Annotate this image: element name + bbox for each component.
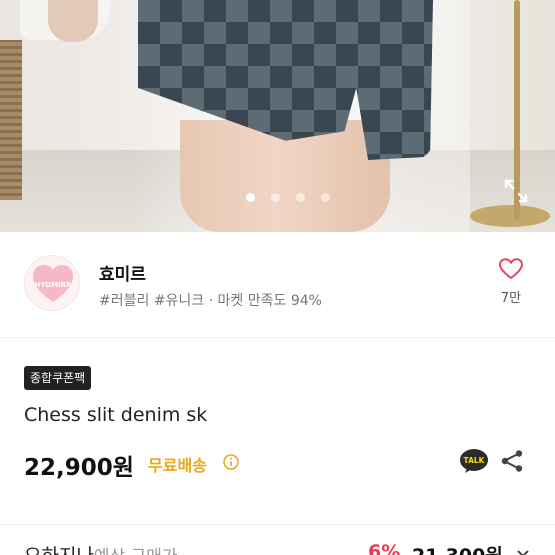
- shop-row[interactable]: HYOMIRR 효미르 #러블리 #유니크 · 마켓 만족도 94% 7만: [0, 232, 555, 338]
- shop-tags: #러블리 #유니크 · 마켓 만족도 94%: [99, 293, 322, 309]
- expand-icon[interactable]: [503, 178, 529, 204]
- section-divider: [0, 524, 555, 525]
- expected-price: 21,300원: [412, 541, 503, 555]
- discount-percent: 6%: [368, 541, 401, 555]
- product-page: HYOMIRR 효미르 #러블리 #유니크 · 마켓 만족도 94% 7만 종합…: [0, 0, 555, 555]
- shop-name[interactable]: 효미르: [99, 260, 146, 285]
- logo-text: HYOMIRR: [35, 281, 73, 289]
- expected-price-sub: 예상 구매가: [94, 547, 178, 555]
- stand-base: [470, 205, 550, 227]
- coupon-badge: 종합쿠폰팩: [24, 366, 92, 390]
- carousel-dot[interactable]: [320, 193, 330, 202]
- info-icon[interactable]: [223, 454, 239, 470]
- carousel-dot[interactable]: [245, 193, 255, 202]
- wish-count: 7만: [500, 291, 522, 306]
- share-icon[interactable]: [500, 449, 524, 473]
- basket-decor: [0, 40, 22, 200]
- chevron-down-icon[interactable]: [515, 546, 531, 555]
- product-image[interactable]: [0, 0, 555, 232]
- talk-label: TALK: [464, 456, 486, 465]
- carousel-dot[interactable]: [295, 193, 305, 202]
- carousel-dot[interactable]: [270, 193, 280, 202]
- heart-logo-icon: HYOMIRR: [33, 265, 73, 302]
- expected-price-label: 오하지나: [24, 545, 94, 555]
- kakao-talk-icon[interactable]: TALK: [459, 448, 489, 474]
- free-shipping-label: 무료배송: [148, 456, 207, 475]
- product-price: 22,900원: [24, 455, 134, 481]
- product-name: Chess slit denim sk: [24, 404, 208, 426]
- shop-logo[interactable]: HYOMIRR: [24, 255, 80, 311]
- model-hand: [48, 0, 98, 42]
- heart-outline-icon: [498, 258, 524, 280]
- carousel-dots: [0, 193, 555, 205]
- wish-button[interactable]: 7만: [495, 257, 527, 306]
